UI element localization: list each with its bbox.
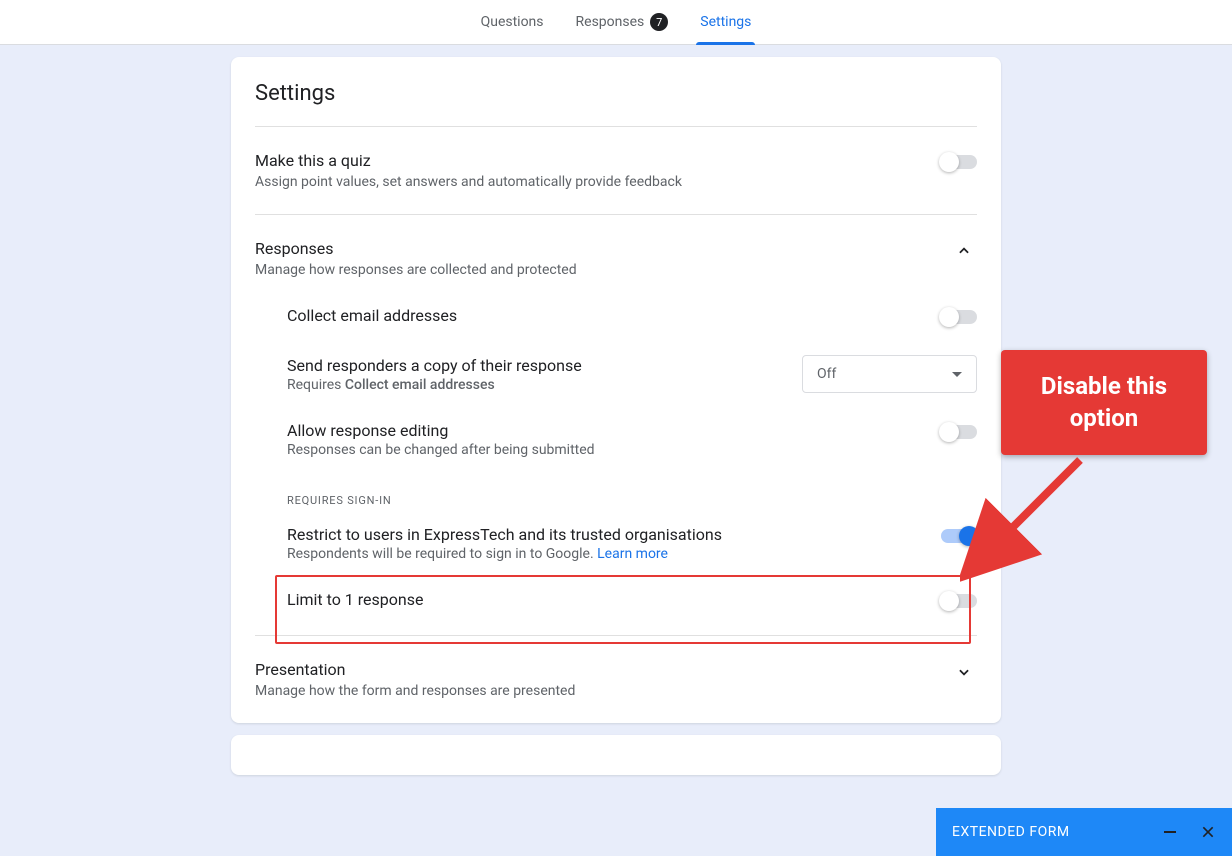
annotation-callout: Disable this option (1001, 350, 1207, 455)
responses-count-badge: 7 (650, 13, 668, 31)
tab-label: Questions (481, 14, 544, 30)
chevron-down-icon (951, 660, 977, 687)
section-responses: Responses Manage how responses are colle… (255, 215, 977, 636)
send-copy-sub-emph: Collect email addresses (345, 377, 495, 393)
send-copy-sub-prefix: Requires (287, 377, 345, 393)
restrict-toggle[interactable] (941, 529, 977, 543)
restrict-sub-text: Respondents will be required to sign in … (287, 546, 597, 562)
annotation-highlight (275, 575, 971, 644)
send-copy-select[interactable]: Off (802, 355, 977, 393)
row-send-copy: Send responders a copy of their response… (255, 355, 977, 393)
section-presentation-head[interactable]: Presentation Manage how the form and res… (255, 660, 977, 699)
quiz-desc: Assign point values, set answers and aut… (255, 174, 682, 190)
row-restrict: Restrict to users in ExpressTech and its… (255, 525, 977, 562)
row-allow-edit: Allow response editing Responses can be … (255, 421, 977, 458)
quiz-title: Make this a quiz (255, 151, 682, 170)
tab-label: Responses (576, 14, 645, 30)
send-copy-sub: Requires Collect email addresses (287, 377, 582, 393)
topbar: Questions Responses 7 Settings (0, 0, 1232, 45)
footer-title: EXTENDED FORM (952, 824, 1070, 840)
quiz-toggle[interactable] (941, 155, 977, 169)
signin-subhead: REQUIRES SIGN-IN (255, 494, 977, 507)
restrict-learn-more-link[interactable]: Learn more (597, 546, 668, 562)
section-responses-head[interactable]: Responses Manage how responses are colle… (255, 239, 977, 278)
tab-questions[interactable]: Questions (477, 0, 548, 45)
allow-edit-label: Allow response editing (287, 421, 595, 440)
restrict-label: Restrict to users in ExpressTech and its… (287, 525, 722, 544)
send-copy-select-value: Off (817, 366, 836, 382)
extension-footer[interactable]: EXTENDED FORM (936, 808, 1232, 856)
tab-responses[interactable]: Responses 7 (572, 0, 673, 45)
allow-edit-toggle[interactable] (941, 425, 977, 439)
section-quiz-head: Make this a quiz Assign point values, se… (255, 151, 977, 190)
dropdown-icon (952, 372, 962, 377)
send-copy-label: Send responders a copy of their response (287, 356, 582, 375)
collect-emails-label: Collect email addresses (287, 306, 457, 325)
close-icon[interactable] (1200, 824, 1216, 840)
section-quiz: Make this a quiz Assign point values, se… (255, 127, 977, 215)
next-card (231, 735, 1001, 775)
collect-emails-toggle[interactable] (941, 310, 977, 324)
responses-title: Responses (255, 239, 577, 258)
tab-label: Settings (700, 14, 751, 30)
allow-edit-sub: Responses can be changed after being sub… (287, 442, 595, 458)
chevron-up-icon (951, 239, 977, 266)
presentation-desc: Manage how the form and responses are pr… (255, 683, 575, 699)
restrict-sub: Respondents will be required to sign in … (287, 546, 722, 562)
tab-settings[interactable]: Settings (696, 0, 755, 45)
page-title: Settings (255, 81, 977, 127)
section-presentation: Presentation Manage how the form and res… (255, 636, 977, 715)
footer-actions (1164, 824, 1216, 840)
responses-desc: Manage how responses are collected and p… (255, 262, 577, 278)
minimize-icon[interactable] (1164, 831, 1176, 833)
row-collect-emails: Collect email addresses (255, 306, 977, 327)
presentation-title: Presentation (255, 660, 575, 679)
